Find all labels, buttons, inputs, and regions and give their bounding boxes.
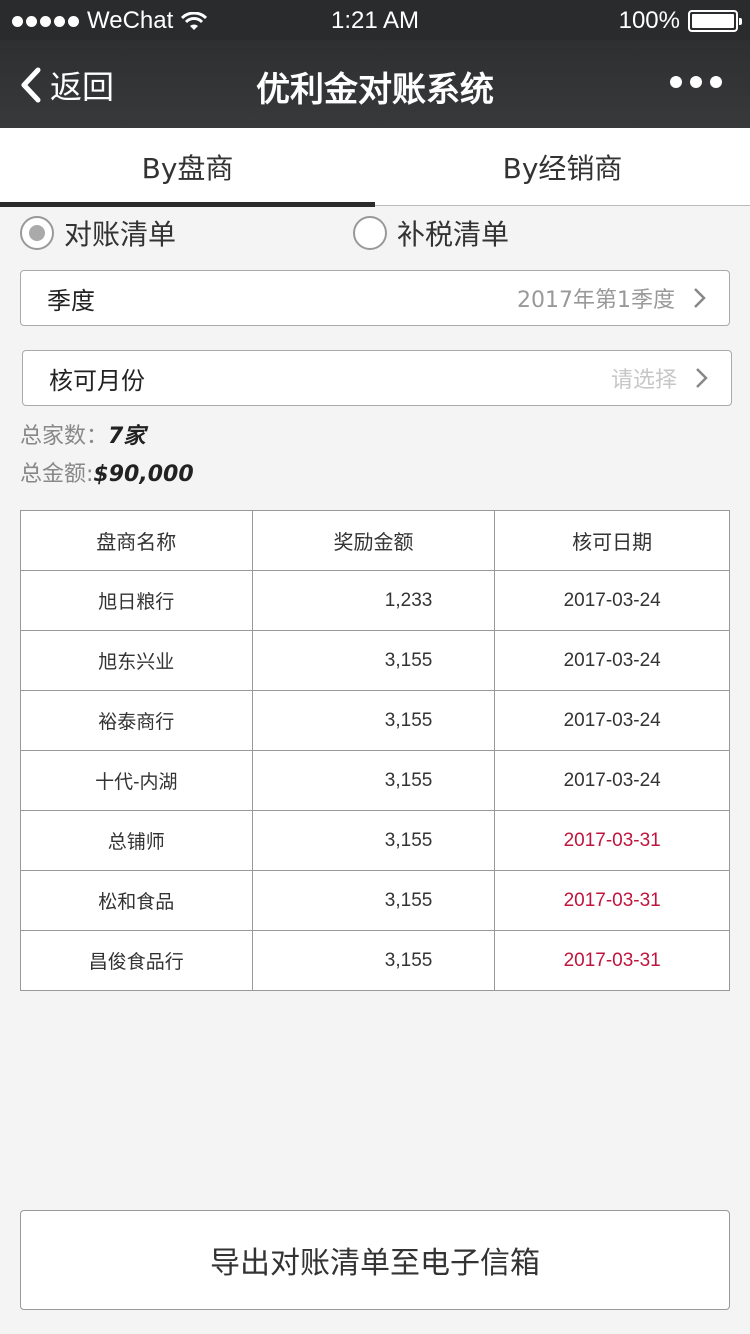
reconciliation-table: 盘商名称 奖励金额 核可日期 旭日粮行 1,233 2017-03-24 旭东兴… <box>20 510 730 991</box>
cell-date: 2017-03-24 <box>494 690 730 751</box>
battery-percent: 100% <box>618 7 680 34</box>
approval-month-label: 核可月份 <box>49 366 145 395</box>
segmented-tabs: By盘商 By经销商 <box>0 128 750 207</box>
table-row[interactable]: 总铺师 3,155 2017-03-31 <box>20 810 730 871</box>
radio-reconciliation-list[interactable]: 对账清单 <box>20 213 353 253</box>
radio-unselected-icon <box>353 216 387 250</box>
cell-date: 2017-03-31 <box>494 930 730 991</box>
tab-by-distributor[interactable]: By经销商 <box>375 128 750 206</box>
tab-by-panshang[interactable]: By盘商 <box>0 128 375 207</box>
table-row[interactable]: 十代-内湖 3,155 2017-03-24 <box>20 750 730 811</box>
cell-amount: 3,155 <box>251 690 496 751</box>
battery-fill <box>692 14 734 28</box>
table-header-row: 盘商名称 奖励金额 核可日期 <box>20 510 730 571</box>
quarter-select[interactable]: 季度 2017年第1季度 <box>20 270 730 326</box>
quarter-value: 2017年第1季度 <box>517 288 675 313</box>
cell-date: 2017-03-31 <box>494 810 730 871</box>
total-count: 总家数：7家 <box>20 418 145 450</box>
nav-bar: 返回 优利金对账系统 <box>0 40 750 128</box>
cell-name: 旭东兴业 <box>20 630 253 691</box>
table-row[interactable]: 旭日粮行 1,233 2017-03-24 <box>20 570 730 631</box>
table-row[interactable]: 昌俊食品行 3,155 2017-03-31 <box>20 930 730 991</box>
column-header-date: 核可日期 <box>494 510 730 571</box>
cell-name: 总铺师 <box>20 810 253 871</box>
radio-label: 补税清单 <box>397 218 510 251</box>
approval-month-select[interactable]: 核可月份 请选择 <box>22 350 732 406</box>
page-title: 优利金对账系统 <box>256 70 494 110</box>
more-menu-icon[interactable] <box>670 76 722 88</box>
cell-name: 裕泰商行 <box>20 690 253 751</box>
cell-amount: 3,155 <box>251 810 496 871</box>
list-type-radio-group: 对账清单 补税清单 <box>20 213 509 253</box>
table-row[interactable]: 旭东兴业 3,155 2017-03-24 <box>20 630 730 691</box>
cell-amount: 3,155 <box>251 750 496 811</box>
total-amount-value: $90,000 <box>93 462 194 487</box>
table-row[interactable]: 裕泰商行 3,155 2017-03-24 <box>20 690 730 751</box>
status-bar: WeChat 1:21 AM 100% <box>0 0 750 40</box>
cell-amount: 1,233 <box>251 570 496 631</box>
cell-name: 十代-内湖 <box>20 750 253 811</box>
total-amount: 总金额:$90,000 <box>20 456 194 488</box>
cell-date: 2017-03-31 <box>494 870 730 931</box>
cell-amount: 3,155 <box>251 930 496 991</box>
quarter-label: 季度 <box>47 286 95 315</box>
chevron-right-icon <box>694 288 706 308</box>
chevron-right-icon <box>696 368 708 388</box>
cell-name: 旭日粮行 <box>20 570 253 631</box>
export-to-email-button[interactable]: 导出对账清单至电子信箱 <box>20 1210 730 1310</box>
cell-name: 昌俊食品行 <box>20 930 253 991</box>
cell-date: 2017-03-24 <box>494 750 730 811</box>
total-count-label: 总家数： <box>20 424 109 449</box>
table-row[interactable]: 松和食品 3,155 2017-03-31 <box>20 870 730 931</box>
cell-amount: 3,155 <box>251 630 496 691</box>
cell-name: 松和食品 <box>20 870 253 931</box>
column-header-name: 盘商名称 <box>20 510 253 571</box>
total-amount-label: 总金额: <box>20 462 94 487</box>
radio-label: 对账清单 <box>64 218 177 251</box>
battery-icon <box>688 10 742 32</box>
radio-selected-icon <box>20 216 54 250</box>
total-count-value: 7家 <box>108 424 146 449</box>
cell-date: 2017-03-24 <box>494 570 730 631</box>
column-header-amount: 奖励金额 <box>251 510 496 571</box>
approval-month-placeholder: 请选择 <box>610 368 677 393</box>
status-right: 100% <box>618 7 742 35</box>
radio-tax-list[interactable]: 补税清单 <box>353 213 509 253</box>
cell-date: 2017-03-24 <box>494 630 730 691</box>
cell-amount: 3,155 <box>251 870 496 931</box>
